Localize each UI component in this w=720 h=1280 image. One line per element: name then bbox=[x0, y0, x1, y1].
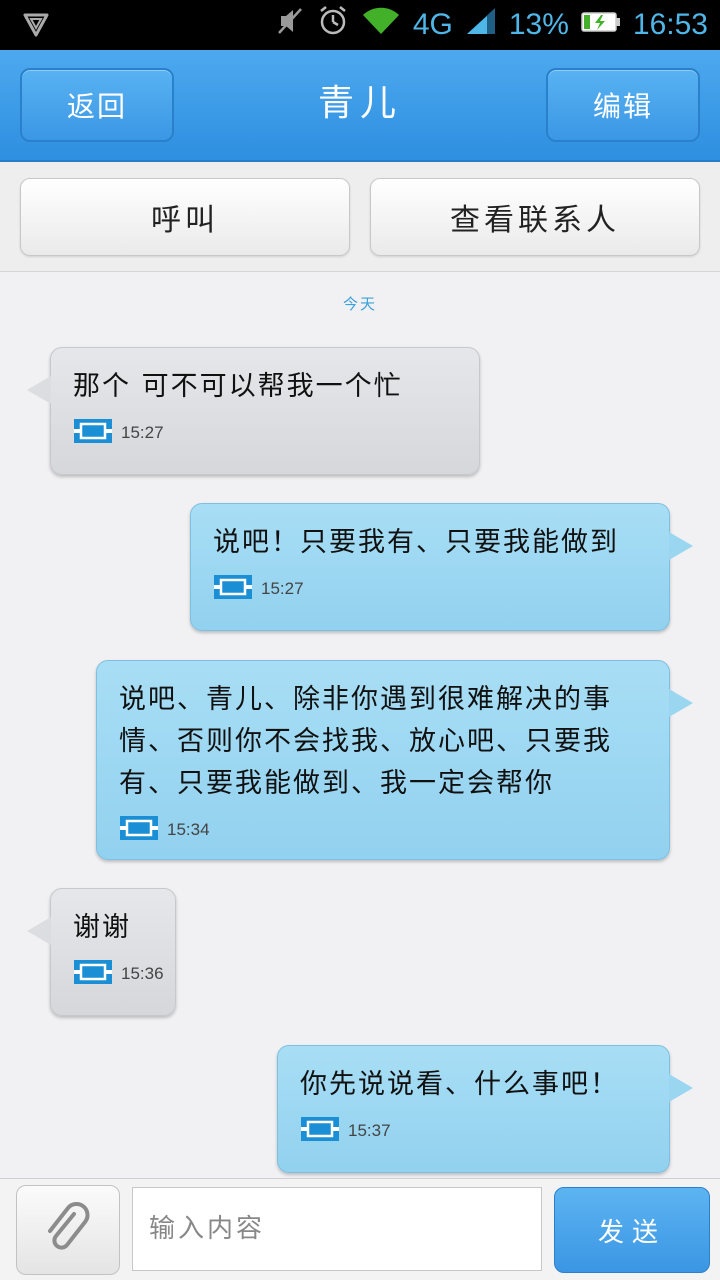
sim-card-icon bbox=[119, 815, 159, 845]
battery-charging-icon bbox=[581, 8, 621, 42]
message-time: 15:27 bbox=[261, 579, 304, 598]
message-meta: 15:37 bbox=[300, 1116, 647, 1146]
message-text: 说吧！只要我有、只要我能做到 bbox=[213, 527, 619, 558]
call-button[interactable]: 呼叫 bbox=[20, 178, 350, 256]
message-bubble-incoming[interactable]: 谢谢 15:36 bbox=[27, 888, 176, 1016]
sim-card-icon bbox=[73, 959, 113, 989]
alarm-clock-icon bbox=[317, 5, 349, 45]
message-bubble-outgoing[interactable]: 说吧、青儿、除非你遇到很难解决的事情、否则你不会找我、放心吧、只要我有、只要我能… bbox=[96, 660, 693, 860]
view-contact-button[interactable]: 查看联系人 bbox=[370, 178, 700, 256]
message-bubble-outgoing[interactable]: 你先说说看、什么事吧！ 15:37 bbox=[277, 1045, 693, 1173]
message-time: 15:34 bbox=[167, 820, 210, 839]
sim-card-icon bbox=[213, 574, 253, 604]
message-text: 说吧、青儿、除非你遇到很难解决的事情、否则你不会找我、放心吧、只要我有、只要我能… bbox=[119, 684, 612, 799]
message-text: 谢谢 bbox=[73, 912, 131, 943]
date-divider: 今天 bbox=[342, 295, 377, 313]
network-type: 4G bbox=[412, 8, 453, 41]
message-text: 你先说说看、什么事吧！ bbox=[300, 1069, 619, 1100]
status-time: 16:53 bbox=[632, 8, 708, 41]
message-time: 15:27 bbox=[121, 423, 164, 442]
status-indicators: 4G 13% 16:53 bbox=[275, 0, 708, 50]
message-list[interactable]: 今天 那个 可不可以帮我一个忙 15:27 说吧！只要我有、只要我能做到 15:… bbox=[0, 273, 720, 1178]
contact-actions: 呼叫 查看联系人 bbox=[0, 162, 720, 272]
sim-card-icon bbox=[300, 1116, 340, 1146]
status-bar: 4G 13% 16:53 bbox=[0, 0, 720, 50]
message-time: 15:36 bbox=[121, 964, 164, 983]
mute-icon bbox=[275, 6, 305, 44]
send-button[interactable]: 发送 bbox=[554, 1187, 710, 1273]
wifi-icon bbox=[361, 6, 401, 44]
message-bubble-incoming[interactable]: 那个 可不可以帮我一个忙 15:27 bbox=[27, 347, 480, 475]
message-input[interactable] bbox=[132, 1187, 542, 1271]
message-time: 15:37 bbox=[348, 1121, 391, 1140]
battery-percent: 13% bbox=[508, 8, 569, 41]
attach-button[interactable] bbox=[16, 1185, 120, 1275]
message-meta: 15:36 bbox=[73, 959, 164, 989]
edit-button[interactable]: 编辑 bbox=[546, 68, 700, 142]
message-text: 那个 可不可以帮我一个忙 bbox=[73, 371, 403, 402]
message-meta: 15:34 bbox=[119, 815, 647, 845]
sim-card-icon bbox=[73, 418, 113, 448]
composer-bar: 发送 bbox=[0, 1178, 720, 1280]
message-bubble-outgoing[interactable]: 说吧！只要我有、只要我能做到 15:27 bbox=[190, 503, 693, 631]
message-meta: 15:27 bbox=[73, 418, 457, 448]
notification-shield-icon bbox=[22, 11, 50, 43]
paperclip-icon bbox=[40, 1200, 96, 1260]
title-bar: 返回 青儿 编辑 bbox=[0, 50, 720, 162]
message-meta: 15:27 bbox=[213, 574, 647, 604]
signal-strength-icon bbox=[465, 6, 497, 44]
